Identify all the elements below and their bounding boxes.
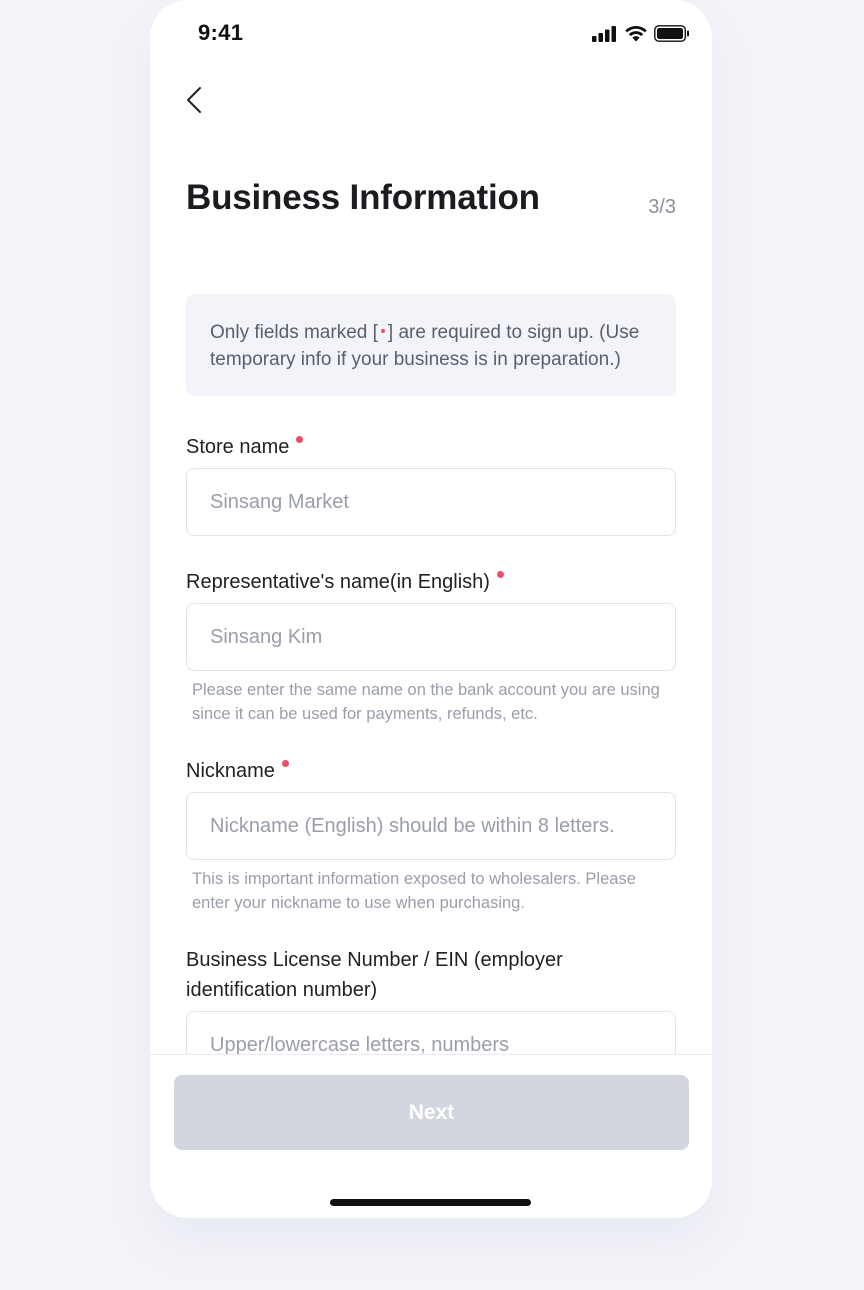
- store-name-label-text: Store name: [186, 436, 290, 458]
- store-name-label: Store name: [186, 432, 304, 462]
- store-name-input[interactable]: [187, 469, 675, 535]
- nickname-field[interactable]: [186, 792, 676, 860]
- bottom-bar: Next: [150, 1054, 712, 1218]
- required-notice: Only fields marked [] are required to si…: [186, 294, 676, 396]
- nickname-hint: This is important information exposed to…: [192, 870, 636, 912]
- phone-frame: 9:41 Business Information 3/3 Only field…: [150, 0, 712, 1218]
- home-indicator: [330, 1199, 531, 1206]
- business-license-label: Business License Number / EIN (employer …: [186, 949, 563, 1001]
- status-icons: [592, 25, 690, 47]
- representative-name-hint: Please enter the same name on the bank a…: [192, 681, 660, 723]
- representative-name-label: Representative's name(in English): [186, 567, 504, 597]
- notice-text-before: Only fields marked [: [210, 322, 378, 343]
- status-time: 9:41: [198, 20, 244, 45]
- step-indicator: 3/3: [648, 196, 676, 218]
- required-dot-icon: [496, 571, 504, 578]
- wifi-icon: [624, 25, 648, 47]
- signal-icon: [592, 25, 618, 47]
- battery-icon: [654, 25, 690, 47]
- representative-name-field[interactable]: [186, 603, 676, 671]
- representative-name-input[interactable]: [187, 604, 675, 670]
- nickname-label: Nickname: [186, 756, 289, 786]
- chevron-left-icon: [186, 86, 202, 119]
- representative-name-label-text: Representative's name(in English): [186, 571, 490, 593]
- required-dot-icon: [296, 436, 304, 443]
- nickname-input[interactable]: [187, 793, 675, 859]
- back-button[interactable]: [180, 84, 208, 120]
- next-button[interactable]: Next: [174, 1075, 689, 1150]
- required-marker-icon: [380, 329, 385, 334]
- store-name-field[interactable]: [186, 468, 676, 536]
- nickname-label-text: Nickname: [186, 760, 275, 782]
- page-title: Business Information: [186, 178, 540, 217]
- required-dot-icon: [281, 760, 289, 767]
